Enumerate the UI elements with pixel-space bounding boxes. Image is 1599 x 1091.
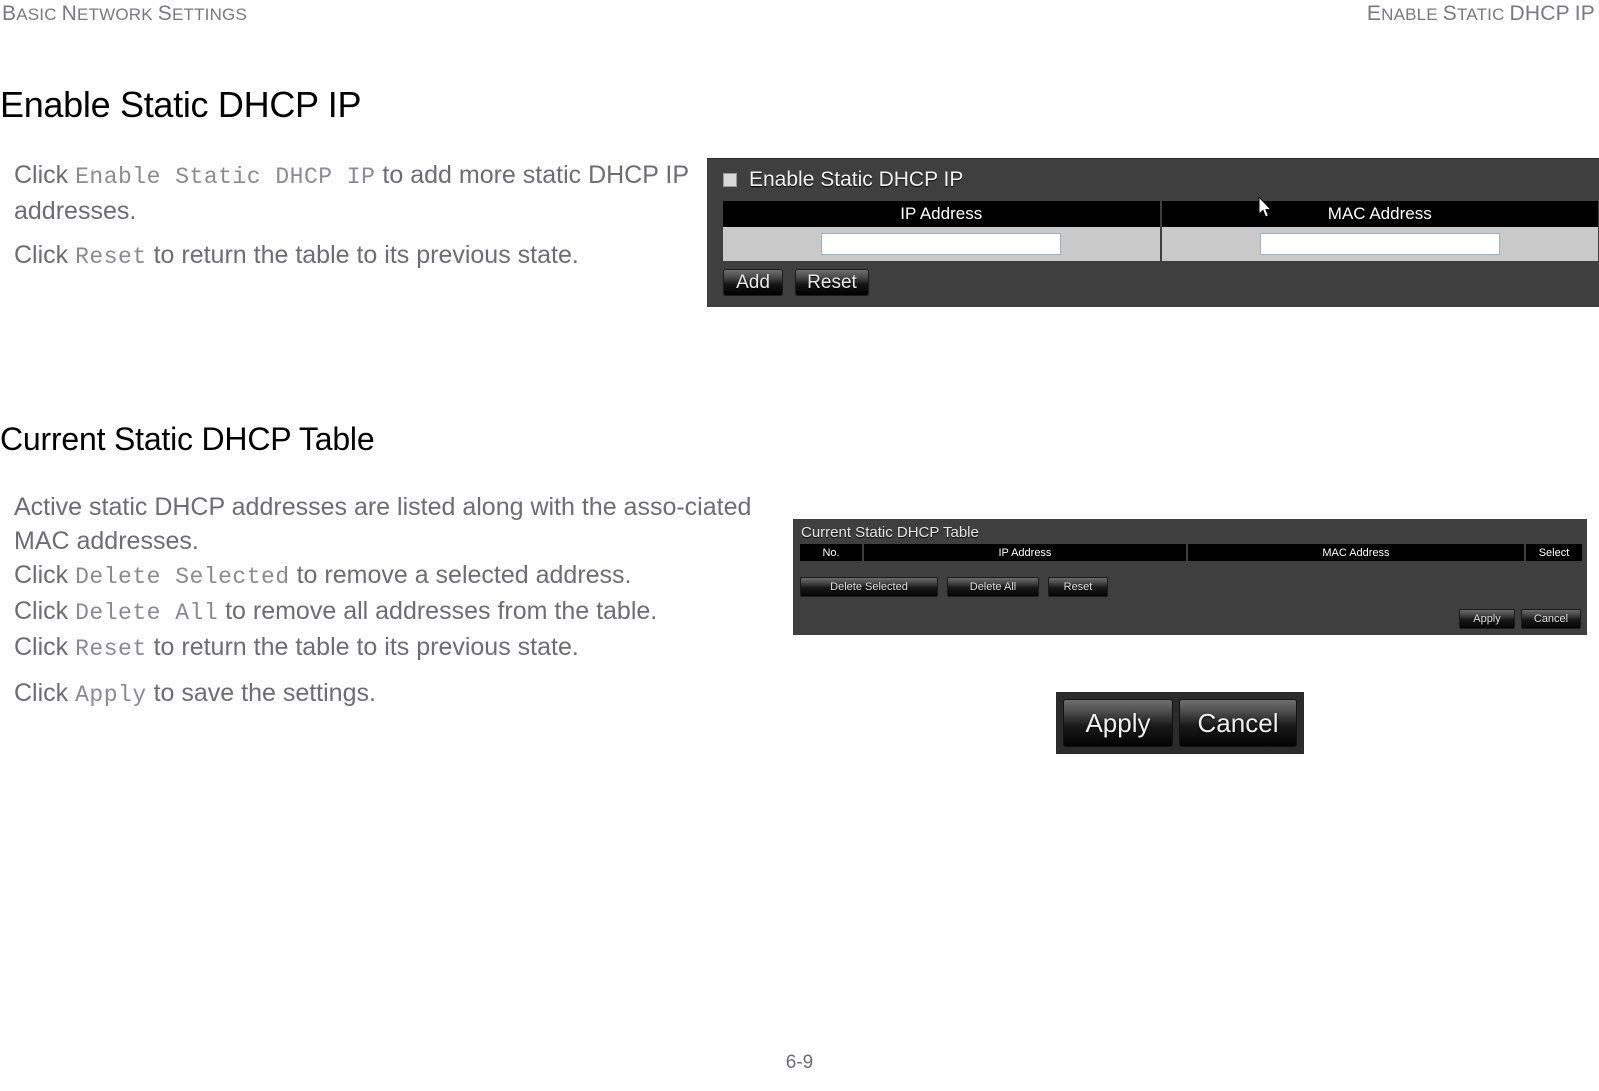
- cancel-button[interactable]: Cancel: [1521, 609, 1581, 629]
- enable-static-dhcp-ip-checkbox[interactable]: [723, 173, 737, 187]
- enable-static-dhcp-ip-checkbox-row[interactable]: Enable Static DHCP IP: [723, 167, 963, 193]
- screenshot-apply-cancel-buttons: Apply Cancel: [1056, 692, 1304, 754]
- paragraph-text: to remove all addresses from the table.: [218, 597, 658, 625]
- inline-code-delete-all: Delete All: [75, 600, 219, 626]
- reset-button[interactable]: Reset: [795, 269, 869, 296]
- enable-static-button-row: Add Reset: [723, 269, 869, 296]
- current-table-button-row: Delete Selected Delete All Reset: [800, 577, 1108, 597]
- inline-code-reset: Reset: [75, 244, 147, 270]
- column-header-mac-address: MAC Address: [1187, 544, 1524, 561]
- column-header-select: Select: [1526, 544, 1582, 561]
- paragraph-apply: Click Apply to save the settings.: [14, 676, 714, 712]
- current-static-dhcp-table-header: No. IP Address MAC Address Select: [800, 544, 1582, 561]
- paragraph-enable-static: Click Enable Static DHCP IP to add more …: [14, 158, 694, 228]
- column-header-ip-address: IP Address: [900, 204, 983, 223]
- screenshot-current-static-dhcp-table: Current Static DHCP Table No. IP Address…: [793, 519, 1587, 635]
- mac-address-input[interactable]: [1259, 233, 1500, 255]
- paragraph-text: to return the table to its previous stat…: [146, 241, 579, 269]
- column-header-ip-address: IP Address: [864, 544, 1186, 561]
- paragraph-text: Click: [14, 679, 76, 707]
- paragraph-text: to save the settings.: [146, 679, 376, 707]
- paragraph-text: to return the table to its previous stat…: [146, 633, 579, 661]
- running-header: BASIC NETWORK SETTINGS ENABLE STATIC DHC…: [0, 0, 1599, 26]
- inline-code-delete-selected: Delete Selected: [75, 564, 290, 590]
- column-header-no: No.: [800, 544, 862, 561]
- current-static-dhcp-table-title: Current Static DHCP Table: [801, 524, 979, 541]
- apply-button-large[interactable]: Apply: [1063, 699, 1173, 747]
- table-row: [723, 227, 1598, 261]
- running-header-right: ENABLE STATIC DHCP IP: [1366, 2, 1595, 25]
- inline-code-reset-2: Reset: [75, 636, 147, 662]
- reset-button[interactable]: Reset: [1048, 577, 1108, 597]
- enable-static-dhcp-ip-label: Enable Static DHCP IP: [749, 168, 964, 191]
- inline-code-enable-static-dhcp-ip: Enable Static DHCP IP: [75, 164, 376, 190]
- paragraph-text: Click: [14, 161, 76, 189]
- section-title-current-static-dhcp-table: Current Static DHCP Table: [0, 420, 375, 457]
- paragraph-text: Click: [14, 561, 76, 589]
- current-table-apply-cancel-row: Apply Cancel: [1459, 609, 1581, 629]
- inline-code-apply: Apply: [75, 682, 147, 708]
- screenshot-enable-static-dhcp-ip: Enable Static DHCP IP IP Address MAC Add…: [707, 158, 1599, 307]
- delete-selected-button[interactable]: Delete Selected: [800, 577, 938, 597]
- static-dhcp-entry-table: IP Address MAC Address: [723, 201, 1598, 263]
- paragraph-current-table: Active static DHCP addresses are listed …: [14, 490, 789, 666]
- ip-address-input[interactable]: [821, 233, 1062, 255]
- paragraph-text: Click: [14, 241, 76, 269]
- add-button[interactable]: Add: [723, 269, 783, 296]
- paragraph-text-line1: Active static DHCP addresses are listed …: [14, 493, 752, 555]
- cell-mac-address: [1159, 227, 1599, 261]
- delete-all-button[interactable]: Delete All: [947, 577, 1039, 597]
- paragraph-text: Click: [14, 633, 76, 661]
- paragraph-text: to remove a selected address.: [289, 561, 632, 589]
- apply-button[interactable]: Apply: [1459, 609, 1515, 629]
- table-header-row: IP Address MAC Address: [723, 201, 1598, 227]
- paragraph-reset: Click Reset to return the table to its p…: [14, 238, 704, 274]
- page-title: Enable Static DHCP IP: [0, 84, 362, 126]
- column-header-mac-address: MAC Address: [1159, 201, 1599, 227]
- cancel-button-large[interactable]: Cancel: [1179, 699, 1297, 747]
- running-header-left: BASIC NETWORK SETTINGS: [2, 2, 248, 25]
- cell-ip-address: [723, 227, 1160, 261]
- paragraph-text: Click: [14, 597, 76, 625]
- page-number: 6-9: [785, 1052, 814, 1073]
